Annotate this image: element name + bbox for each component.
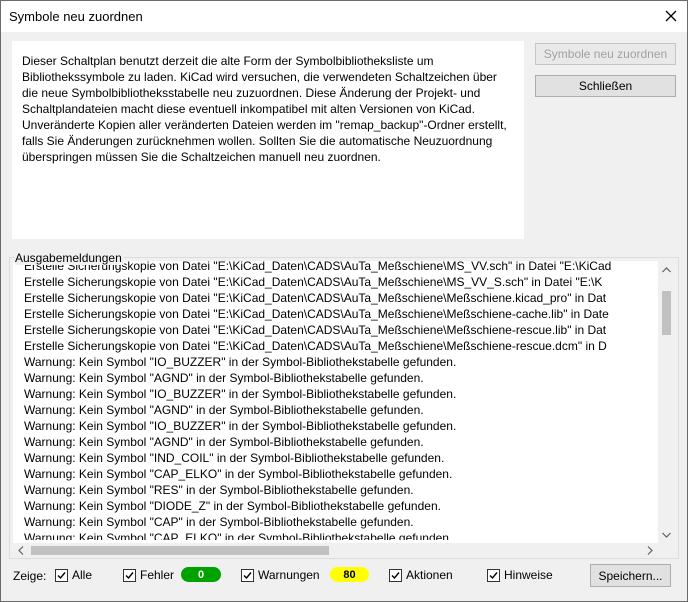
scroll-right-icon[interactable] [642, 543, 658, 557]
checkbox-checked-icon [55, 568, 68, 582]
log-line: Warnung: Kein Symbol "CAP_ELKO" in der S… [24, 467, 453, 481]
filter-errors-label: Fehler [140, 568, 175, 582]
log-line: Warnung: Kein Symbol "IND_COIL" in der S… [24, 451, 445, 465]
error-count-badge: 0 [181, 567, 221, 582]
scroll-corner [658, 543, 675, 557]
checkbox-checked-icon [487, 568, 500, 582]
log-line: Warnung: Kein Symbol "CAP_ELKO" in der S… [24, 531, 453, 540]
filter-bar: Zeige: Alle Fehler 0 Warnungen 80 Aktion… [1, 564, 687, 588]
title-bar: Symbole neu zuordnen [1, 1, 687, 32]
filter-infos-label: Hinweise [504, 568, 553, 582]
scroll-down-icon[interactable] [658, 526, 675, 543]
filter-errors-checkbox[interactable]: Fehler [123, 568, 174, 582]
remap-symbols-button[interactable]: Symbole neu zuordnen [535, 43, 676, 65]
window-title: Symbole neu zuordnen [9, 9, 143, 24]
warning-count-badge: 80 [330, 567, 369, 582]
vertical-scrollbar[interactable] [658, 261, 675, 543]
close-icon[interactable] [663, 8, 679, 24]
filter-actions-checkbox[interactable]: Aktionen [389, 568, 453, 582]
log-line: Warnung: Kein Symbol "IO_BUZZER" in der … [24, 419, 457, 433]
log-line: Warnung: Kein Symbol "RES" in der Symbol… [24, 483, 414, 497]
log-line: Warnung: Kein Symbol "AGND" in der Symbo… [24, 435, 424, 449]
vertical-scroll-thumb[interactable] [662, 291, 671, 335]
filter-all-checkbox[interactable]: Alle [55, 568, 92, 582]
checkbox-checked-icon [241, 568, 254, 582]
info-text: Dieser Schaltplan benutzt derzeit die al… [22, 54, 507, 164]
close-button[interactable]: Schließen [535, 75, 676, 97]
checkbox-checked-icon [123, 568, 136, 582]
filter-actions-label: Aktionen [406, 568, 453, 582]
save-button[interactable]: Speichern... [590, 564, 671, 587]
remap-symbols-dialog: Symbole neu zuordnen Dieser Schaltplan b… [0, 0, 688, 602]
log-line: Erstelle Sicherungskopie von Datei "E:\K… [24, 307, 609, 321]
info-panel: Dieser Schaltplan benutzt derzeit die al… [12, 41, 524, 239]
log-line: Warnung: Kein Symbol "AGND" in der Symbo… [24, 371, 424, 385]
filter-warnings-checkbox[interactable]: Warnungen [241, 568, 320, 582]
log-lines: Erstelle Sicherungskopie von Datei "E:\K… [24, 261, 658, 540]
output-messages-label: Ausgabemeldungen [15, 251, 124, 265]
log-line: Erstelle Sicherungskopie von Datei "E:\K… [24, 275, 603, 289]
horizontal-scrollbar[interactable] [13, 543, 658, 557]
log-line: Erstelle Sicherungskopie von Datei "E:\K… [24, 323, 607, 337]
filter-all-label: Alle [72, 568, 93, 582]
scroll-left-icon[interactable] [13, 543, 29, 557]
log-line: Warnung: Kein Symbol "DIODE_Z" in der Sy… [24, 499, 441, 513]
log-line: Erstelle Sicherungskopie von Datei "E:\K… [24, 291, 607, 305]
show-label: Zeige: [13, 569, 47, 583]
horizontal-scroll-thumb[interactable] [31, 546, 329, 555]
log-line: Warnung: Kein Symbol "AGND" in der Symbo… [24, 403, 424, 417]
log-line: Erstelle Sicherungskopie von Datei "E:\K… [24, 339, 607, 353]
filter-infos-checkbox[interactable]: Hinweise [487, 568, 553, 582]
filter-warnings-label: Warnungen [258, 568, 320, 582]
log-line: Warnung: Kein Symbol "IO_BUZZER" in der … [24, 387, 457, 401]
output-log[interactable]: Erstelle Sicherungskopie von Datei "E:\K… [13, 261, 675, 557]
checkbox-checked-icon [389, 568, 402, 582]
scroll-up-icon[interactable] [658, 261, 675, 278]
log-line: Warnung: Kein Symbol "IO_BUZZER" in der … [24, 355, 457, 369]
log-line: Warnung: Kein Symbol "CAP" in der Symbol… [24, 515, 414, 529]
